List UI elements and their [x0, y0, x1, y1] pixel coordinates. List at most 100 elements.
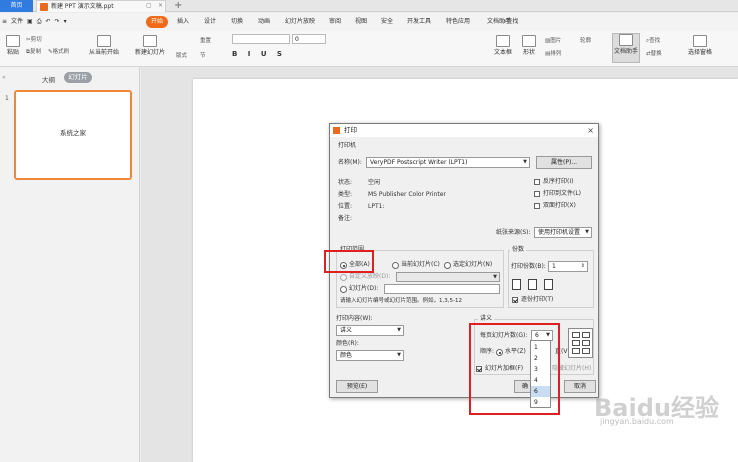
menu-review[interactable]: 审阅 [326, 16, 344, 28]
menu-slideshow[interactable]: 幻灯片放映 [282, 16, 318, 28]
copy-label: 复制 [29, 49, 41, 55]
new-tab-plus-icon[interactable]: + [174, 0, 182, 12]
menu-special[interactable]: 特色应用 [443, 16, 473, 28]
textbox-button[interactable]: 文本框 [492, 35, 514, 57]
status-value: 空闲 [368, 179, 381, 186]
printer-name-select[interactable]: VeryPDF Postscript Writer (LPT1) ▼ [366, 157, 530, 168]
spinner-arrows-icon[interactable]: ⇕ [581, 262, 585, 271]
layout-cell [572, 332, 580, 338]
window-icon[interactable]: ▢ [146, 0, 152, 12]
tab-outline[interactable]: 大纲 [42, 74, 55, 84]
menu-devtools[interactable]: 开发工具 [404, 16, 434, 28]
baidu-watermark-url: jingyan.baidu.com [600, 417, 674, 426]
save-icon[interactable]: ▣ [27, 16, 33, 28]
font-size-select[interactable]: 0 [292, 34, 326, 44]
reverse-print-checkbox[interactable] [534, 179, 540, 185]
menu-start[interactable]: 开始 [146, 16, 169, 28]
cut-button[interactable]: ✂剪切 [26, 36, 42, 44]
picture-button[interactable]: ▨图片 [545, 37, 561, 45]
layout-cell [582, 340, 590, 346]
properties-button[interactable]: 属性(P)... [536, 156, 592, 169]
highlight-box-handout [469, 323, 560, 415]
tab-slides[interactable]: 幻灯片 [64, 72, 92, 83]
menu-security[interactable]: 安全 [378, 16, 396, 28]
chevron-down-icon: ▼ [397, 327, 401, 333]
color-value: 颜色 [340, 352, 353, 359]
custom-show-select[interactable]: ▼ [396, 272, 500, 282]
replace-button[interactable]: ⇄替换 [646, 50, 662, 58]
select-pane-button[interactable]: 选择窗格 [684, 35, 716, 57]
copies-spinner[interactable]: 1 ⇕ [548, 261, 588, 272]
hamburger-icon[interactable]: ≡ [2, 16, 7, 28]
redo-icon[interactable]: ↷ [55, 16, 60, 28]
menu-transition[interactable]: 切换 [228, 16, 246, 28]
cancel-button[interactable]: 取消 [564, 380, 596, 393]
dialog-title: 打印 [344, 126, 357, 134]
layout-button[interactable]: 版式 [176, 52, 187, 60]
paste-button[interactable]: 粘贴 [4, 35, 22, 57]
menu-animation[interactable]: 动画 [255, 16, 273, 28]
range-selection-radio[interactable] [444, 262, 451, 269]
range-custom-radio[interactable] [340, 274, 347, 281]
new-slide-button[interactable]: 新建幻灯片 [134, 35, 166, 57]
reset-button[interactable]: 重置 [200, 37, 211, 45]
layout-cell [572, 340, 580, 346]
doc-assistant-button[interactable]: 文档助手 [612, 33, 640, 63]
from-current-label: 从当前开始 [88, 49, 119, 56]
chevron-down-icon: ▼ [493, 274, 497, 280]
handout-layout-preview [568, 328, 593, 358]
outline-label: 轮廓 [580, 38, 592, 44]
print-icon[interactable]: ⎙ [37, 16, 42, 28]
copy-button[interactable]: ⧉复制 [26, 48, 41, 56]
slides-panel: « 大纲 幻灯片 1 系统之家 [0, 67, 140, 462]
from-current-button[interactable]: 从当前开始 [84, 35, 124, 57]
color-label: 颜色(R): [336, 340, 359, 347]
print-to-file-checkbox[interactable] [534, 191, 540, 197]
slides-range-input[interactable] [384, 284, 500, 294]
slide-thumbnail[interactable]: 系统之家 [14, 90, 132, 180]
color-select[interactable]: 颜色 ▼ [336, 350, 404, 361]
dialog-close-icon[interactable]: × [587, 124, 594, 137]
duplex-checkbox[interactable] [534, 203, 540, 209]
preview-button[interactable]: 预览(E) [336, 380, 378, 393]
undo-icon[interactable]: ↶ [46, 16, 51, 28]
paste-label: 粘贴 [6, 49, 19, 56]
slide-thumbnail-title: 系统之家 [60, 129, 86, 137]
doc-assistant-label: 文档助手 [613, 48, 638, 55]
format-painter-button[interactable]: ✎格式刷 [48, 48, 69, 56]
play-icon [97, 35, 111, 47]
type-label: 类型: [338, 191, 353, 198]
collate-label: 逐份打印(T) [521, 296, 554, 303]
comment-label: 备注: [338, 215, 353, 222]
outline-button[interactable]: 轮廓 [580, 37, 591, 45]
replace-label: 替换 [650, 51, 662, 57]
font-style-buttons[interactable]: B I U S [232, 50, 286, 58]
menu-design[interactable]: 设计 [201, 16, 219, 28]
file-menu[interactable]: 文件 [11, 16, 23, 28]
menu-insert[interactable]: 插入 [174, 16, 192, 28]
section-button[interactable]: 节 [200, 52, 206, 60]
paper-source-select[interactable]: 使用打印机设置 ▼ [534, 227, 592, 238]
font-name-select[interactable] [232, 34, 290, 44]
collate-checkbox[interactable] [512, 297, 518, 303]
arrange-button[interactable]: ▤排列 [545, 50, 561, 58]
textbox-icon [496, 35, 510, 47]
close-tab-icon[interactable]: × [158, 0, 163, 12]
more-icon[interactable]: ▾ [64, 16, 67, 28]
printer-name-value: VeryPDF Postscript Writer (LPT1) [370, 159, 468, 166]
search-button[interactable]: ⌕查找 [503, 16, 518, 28]
home-tab[interactable]: 首页 [0, 0, 33, 12]
new-slide-icon [143, 35, 157, 47]
cut-label: 剪切 [30, 37, 42, 43]
highlight-box-range-all [324, 250, 374, 273]
menu-bar: ≡ 文件 ▣ ⎙ ↶ ↷ ▾ 开始 插入 设计 切换 动画 幻灯片放映 审阅 视… [0, 13, 738, 31]
collapse-panel-icon[interactable]: « [2, 74, 6, 81]
print-content-select[interactable]: 讲义 ▼ [336, 325, 404, 336]
menu-view[interactable]: 视图 [352, 16, 370, 28]
range-slides-radio[interactable] [340, 286, 347, 293]
section-label: 节 [200, 53, 206, 59]
find-button[interactable]: ⌕查找 [646, 37, 660, 45]
range-current-radio[interactable] [392, 262, 399, 269]
shapes-button[interactable]: 形状 [520, 35, 538, 57]
printer-section-title: 打印机 [338, 142, 357, 149]
